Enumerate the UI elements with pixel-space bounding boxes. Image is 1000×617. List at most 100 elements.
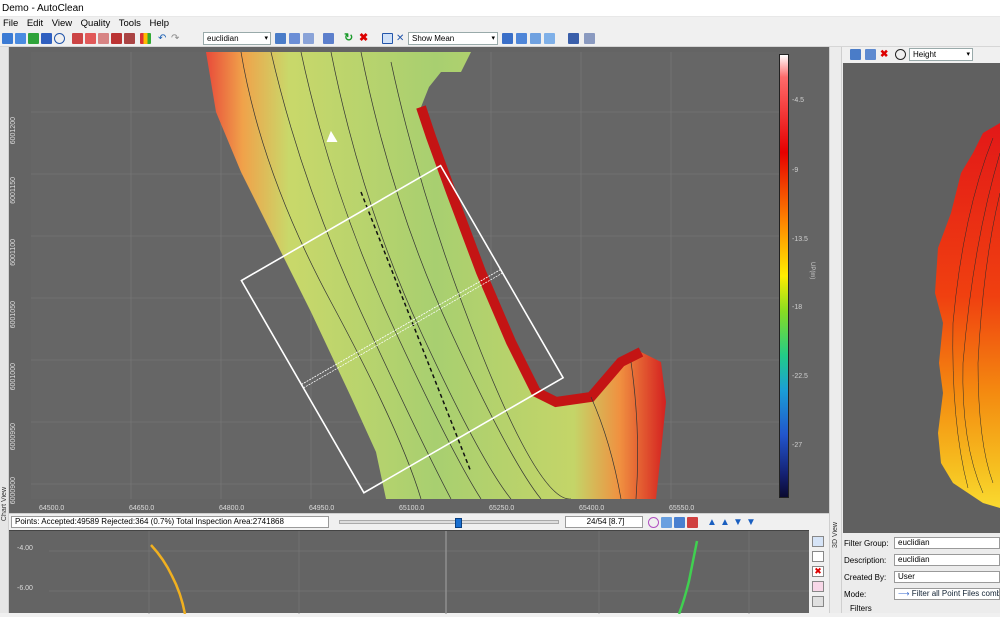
left-dock-strip: Chart View [0, 47, 9, 613]
menu-edit[interactable]: Edit [24, 17, 46, 31]
colorbar-tick: -22.5 [792, 373, 808, 380]
surface-select[interactable]: Show Mean ▾ [408, 32, 498, 45]
mode-row: Mode: ⟶ Filter all Point Files combined [844, 588, 1000, 600]
grid-icon[interactable] [568, 33, 579, 44]
y-tick: 6001200 [10, 117, 17, 145]
profile-view[interactable]: -4.00 -6.00 [9, 530, 809, 614]
3d-mesh [935, 123, 1000, 508]
minus-icon[interactable] [41, 33, 52, 44]
3d-surface [935, 123, 1000, 508]
y-tick: 6000950 [10, 423, 17, 451]
x-tick: 64650.0 [129, 505, 155, 512]
x-tick: 64500.0 [39, 505, 65, 512]
view-icon[interactable] [865, 49, 876, 60]
filter-settings-icon[interactable] [303, 33, 314, 44]
close-icon[interactable]: ✖ [812, 566, 824, 577]
colorbar-tick: -27 [792, 442, 803, 449]
filter-select-icon[interactable] [323, 33, 334, 44]
filter-group-field[interactable]: euclidian [894, 537, 1000, 549]
surface-icon[interactable]: ✕ [396, 33, 407, 44]
algorithm-select[interactable]: euclidian ▾ [203, 32, 271, 45]
prev-line-icon[interactable]: ▲ [720, 517, 731, 528]
reset-icon[interactable] [687, 517, 698, 528]
last-line-icon[interactable]: ▼ [746, 517, 757, 528]
chevron-down-icon: ▾ [491, 35, 495, 42]
colorbar-tick: -13.5 [792, 236, 808, 243]
status-bar: Points: Accepted:49589 Rejected:364 (0.7… [9, 513, 829, 530]
save-icon[interactable] [15, 33, 26, 44]
mode-select[interactable]: ⟶ Filter all Point Files combined [894, 588, 1000, 600]
accept-icon[interactable] [124, 33, 135, 44]
next-line-icon[interactable]: ▼ [733, 517, 744, 528]
redo-icon[interactable]: ↷ [171, 33, 182, 44]
colorbar-tick: -18 [792, 304, 803, 311]
menu-file[interactable]: File [0, 17, 21, 31]
3d-viewport[interactable] [843, 63, 1000, 533]
cycle-icon[interactable] [648, 517, 659, 528]
zoom-fit-icon[interactable] [812, 536, 824, 547]
created-by-field[interactable]: User [894, 571, 1000, 583]
y-tick: 6001100 [10, 239, 17, 266]
options-icon[interactable] [584, 33, 595, 44]
first-line-icon[interactable]: ▲ [707, 517, 718, 528]
histogram-icon[interactable] [140, 33, 151, 44]
flip-icon[interactable] [502, 33, 513, 44]
chart-view-label: Chart View [1, 487, 8, 522]
survey-map[interactable] [31, 51, 783, 500]
undo-icon[interactable]: ↶ [158, 33, 169, 44]
description-field[interactable]: euclidian [894, 554, 1000, 566]
channel-surface [206, 52, 666, 499]
menu-help[interactable]: Help [146, 17, 172, 31]
menu-view[interactable]: View [49, 17, 75, 31]
pan-icon[interactable] [674, 517, 685, 528]
colorbar-tick: -9 [792, 167, 799, 174]
filter-edit-icon[interactable] [275, 33, 286, 44]
image-icon[interactable] [812, 581, 824, 592]
chevron-down-icon: ▾ [264, 35, 268, 42]
page-counter: 24/54 [8.7] [565, 516, 643, 528]
zoom-circle-icon[interactable] [54, 33, 65, 44]
close-icon[interactable]: ✖ [880, 49, 891, 60]
lasso-icon[interactable] [98, 33, 109, 44]
menu-quality[interactable]: Quality [78, 17, 114, 31]
3d-view-label: 3D View [832, 522, 839, 548]
filters-row: Filters [844, 603, 1000, 617]
lasso-icon[interactable] [895, 49, 906, 60]
fit-icon[interactable] [661, 517, 672, 528]
filter-run-icon[interactable] [289, 33, 300, 44]
select-icon[interactable] [85, 33, 96, 44]
profile-settings-icon[interactable] [812, 596, 824, 607]
zoom-in-icon[interactable] [530, 33, 541, 44]
menu-tools[interactable]: Tools [116, 17, 144, 31]
line-slider-thumb[interactable] [455, 518, 462, 528]
window-title-bar: Demo - AutoClean [0, 0, 1000, 17]
dock-splitter[interactable]: 3D View [829, 47, 842, 613]
x-tick: 65250.0 [489, 505, 515, 512]
y-tick: 6001050 [10, 301, 17, 329]
color-mode-select[interactable]: Height ▾ [909, 48, 973, 61]
zoom-fit-icon[interactable] [850, 49, 861, 60]
refresh-icon[interactable]: ↻ [344, 33, 355, 44]
profile-toolbar: ✖ [809, 530, 829, 613]
colorbar-tick: -4.5 [792, 97, 805, 104]
zoom-out-icon[interactable] [544, 33, 555, 44]
close-icon[interactable]: ✖ [359, 33, 370, 44]
rotate-icon[interactable] [516, 33, 527, 44]
line-slider-track[interactable] [339, 520, 559, 524]
pencil-icon[interactable] [72, 33, 83, 44]
x-tick: 65100.0 [399, 505, 425, 512]
window-icon[interactable] [382, 33, 393, 44]
open-icon[interactable] [2, 33, 13, 44]
profile-left-bank [150, 544, 187, 614]
reject-icon[interactable] [111, 33, 122, 44]
depth-colorbar [779, 54, 789, 498]
3d-view-panel: ✖ Height ▾ [842, 47, 1000, 613]
colorbar-label: UP(m) [809, 262, 815, 280]
chart-view[interactable]: 6001200 6001150 6001100 6001050 6001000 … [9, 47, 829, 513]
y-tick: 6001150 [10, 177, 17, 204]
x-tick: 64950.0 [309, 505, 335, 512]
add-icon[interactable] [28, 33, 39, 44]
square-icon[interactable] [812, 551, 824, 562]
menu-bar: File Edit View Quality Tools Help [0, 17, 1000, 31]
profile-plot [49, 531, 809, 614]
